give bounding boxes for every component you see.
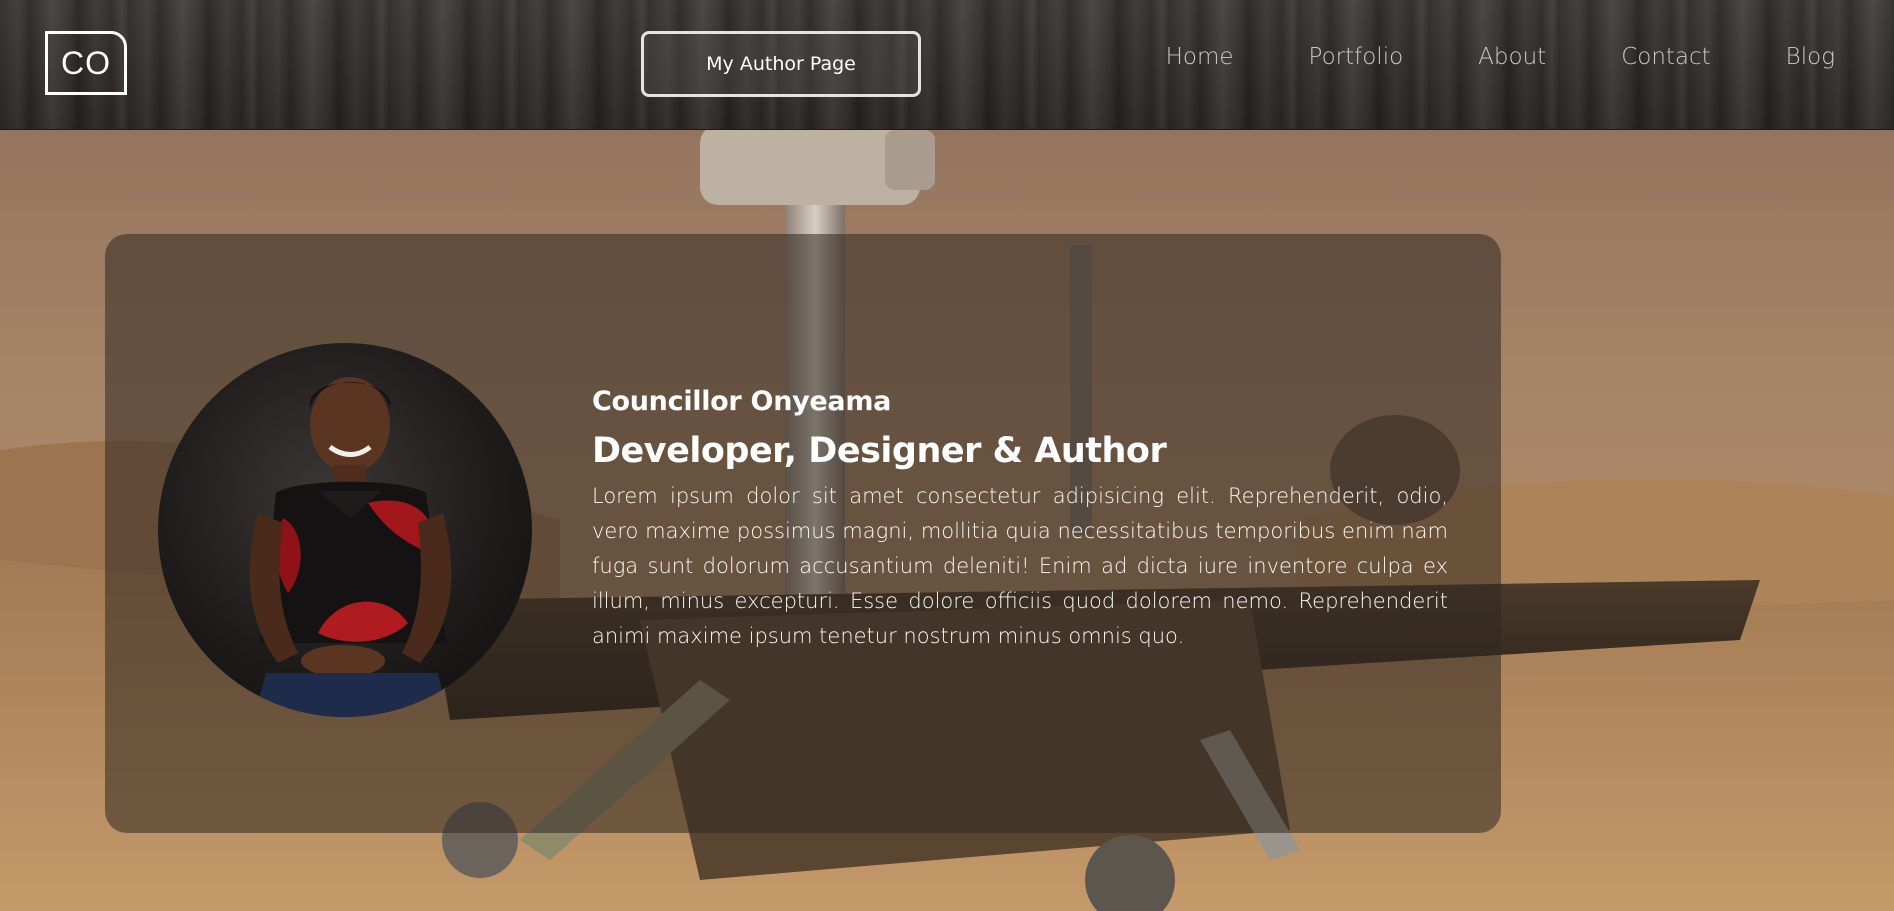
page: CO My Author Page Home Portfolio About C…	[0, 0, 1894, 911]
site-header: CO My Author Page Home Portfolio About C…	[0, 0, 1894, 130]
nav-home-link[interactable]: Home	[1166, 40, 1234, 74]
nav-about-link[interactable]: About	[1478, 40, 1546, 74]
nav-contact-link[interactable]: Contact	[1621, 40, 1710, 74]
profile-bio: Lorem ipsum dolor sit amet consectetur a…	[592, 484, 1448, 648]
main-nav: Home Portfolio About Contact Blog	[1091, 40, 1835, 74]
profile-avatar	[158, 343, 532, 717]
profile-name: Councillor Onyeama	[592, 386, 892, 417]
profile-card: Councillor Onyeama Developer, Designer &…	[105, 234, 1501, 833]
profile-role-heading: Developer, Designer & Author	[592, 431, 1167, 471]
site-logo[interactable]: CO	[45, 31, 127, 95]
person-portrait-icon	[249, 377, 452, 717]
my-author-page-button[interactable]: My Author Page	[641, 31, 921, 97]
nav-portfolio-link[interactable]: Portfolio	[1309, 40, 1404, 74]
profile-text: Councillor Onyeama Developer, Designer &…	[592, 384, 1448, 654]
nav-blog-link[interactable]: Blog	[1786, 40, 1835, 74]
